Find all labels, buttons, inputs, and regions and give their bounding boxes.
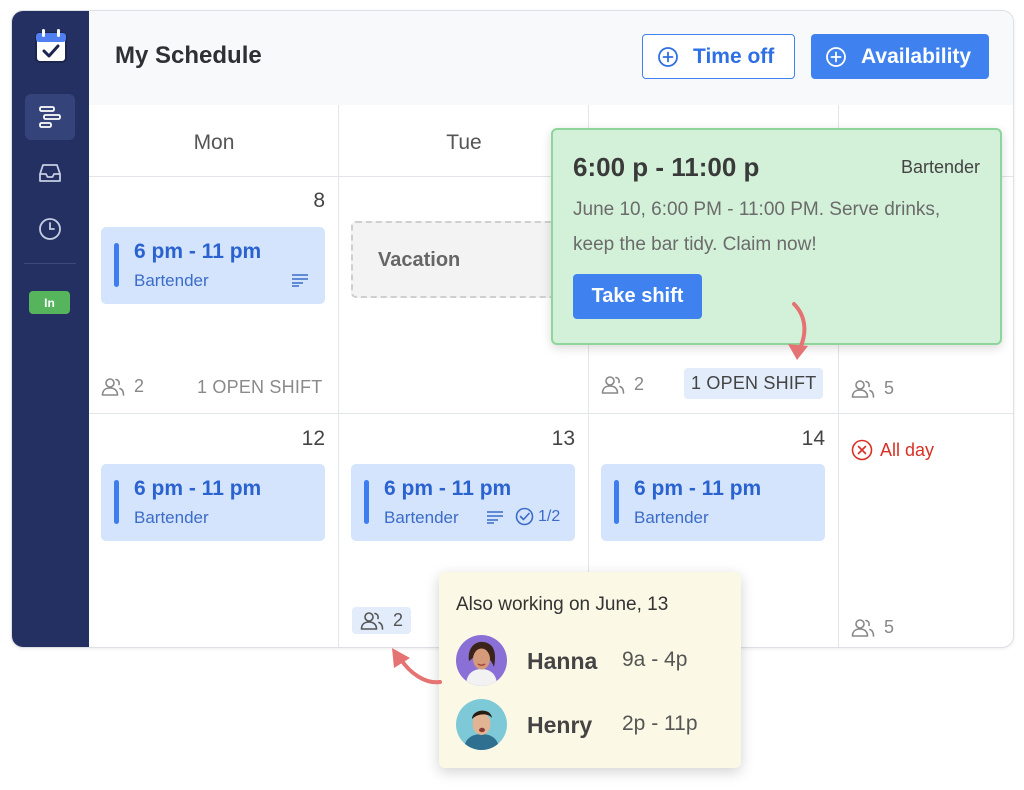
inbox-icon bbox=[39, 164, 61, 182]
shift-bar bbox=[114, 243, 119, 287]
pointer-arrow-icon bbox=[392, 648, 442, 685]
shift-bar bbox=[114, 480, 119, 524]
all-day-label: All day bbox=[880, 439, 935, 460]
coworker-name: Henry bbox=[527, 712, 593, 738]
day-header-mon: Mon bbox=[193, 131, 235, 154]
open-shift-label[interactable]: 1 OPEN SHIFT bbox=[197, 377, 322, 398]
people-icon bbox=[851, 618, 875, 637]
shift-bar bbox=[364, 480, 369, 524]
time-off-label: Time off bbox=[693, 44, 775, 68]
shift-role: Bartender bbox=[634, 508, 709, 527]
plus-circle-icon bbox=[658, 46, 678, 67]
staff-count-value: 2 bbox=[134, 376, 145, 396]
x-circle-icon bbox=[851, 439, 873, 461]
shift-card[interactable]: 6 pm - 11 pm Bartender bbox=[101, 227, 325, 304]
coworker-row[interactable]: Hanna 9a - 4p bbox=[456, 635, 726, 687]
notes-icon bbox=[292, 274, 308, 287]
staff-count-value: 2 bbox=[393, 610, 404, 630]
staff-count[interactable]: 2 bbox=[601, 374, 644, 395]
coworker-row[interactable]: Henry 2p - 11p bbox=[456, 699, 726, 751]
check-circle-icon bbox=[515, 507, 534, 526]
date-number: 14 bbox=[801, 427, 825, 450]
shift-role: Bartender bbox=[134, 508, 209, 527]
date-number: 13 bbox=[551, 427, 575, 450]
staff-count-value: 2 bbox=[634, 374, 645, 394]
confirmation-count: 1/2 bbox=[538, 507, 561, 525]
avatar bbox=[456, 635, 507, 686]
shift-role: Bartender bbox=[134, 271, 209, 290]
popover-shift-time: 6:00 p - 11:00 p bbox=[573, 152, 760, 182]
people-icon bbox=[851, 379, 875, 398]
staff-count-value: 5 bbox=[884, 617, 895, 637]
plus-circle-icon bbox=[826, 46, 846, 67]
popover-description: June 10, 6:00 PM - 11:00 PM. Serve drink… bbox=[573, 199, 941, 255]
sidebar-item-timeclock[interactable] bbox=[25, 206, 75, 252]
page-header: My Schedule Time off Availability bbox=[89, 11, 1013, 105]
shift-bar bbox=[614, 480, 619, 524]
clock-icon bbox=[39, 218, 61, 240]
availability-button[interactable]: Availability bbox=[811, 34, 989, 79]
staff-count[interactable]: 2 bbox=[101, 376, 144, 397]
availability-label: Availability bbox=[861, 44, 972, 68]
clock-in-status-badge[interactable]: In bbox=[29, 291, 70, 314]
schedule-bars-icon bbox=[39, 106, 61, 128]
staff-count[interactable]: 5 bbox=[851, 378, 894, 399]
sidebar: In bbox=[12, 11, 89, 647]
shift-time: 6 pm - 11 pm bbox=[634, 477, 762, 500]
people-icon bbox=[360, 611, 384, 630]
shift-time: 6 pm - 11 pm bbox=[134, 240, 262, 263]
confirmation-status: 1/2 bbox=[515, 507, 560, 526]
open-shift-badge[interactable]: 1 OPEN SHIFT bbox=[684, 368, 824, 399]
shift-time: 6 pm - 11 pm bbox=[384, 477, 512, 500]
coworker-hours: 2p - 11p bbox=[622, 712, 698, 735]
people-icon bbox=[601, 375, 625, 394]
shift-card[interactable]: 6 pm - 11 pm Bartender 1/2 bbox=[351, 464, 575, 541]
vacation-block[interactable]: Vacation bbox=[351, 221, 575, 298]
coworker-name: Hanna bbox=[527, 648, 598, 674]
page-title: My Schedule bbox=[115, 42, 262, 69]
staff-count-value: 5 bbox=[884, 378, 895, 398]
also-working-tooltip: Also working on June, 13 Hanna 9a - 4p H… bbox=[439, 572, 741, 768]
staff-count[interactable]: 5 bbox=[851, 617, 894, 638]
staff-count-chip[interactable]: 2 bbox=[352, 607, 412, 634]
row-divider bbox=[89, 413, 1013, 414]
date-number: 12 bbox=[301, 427, 325, 450]
people-icon bbox=[101, 377, 125, 396]
shift-time: 6 pm - 11 pm bbox=[134, 477, 262, 500]
avatar bbox=[456, 699, 507, 750]
all-day-unavailable[interactable]: All day bbox=[851, 439, 934, 461]
sidebar-item-inbox[interactable] bbox=[25, 150, 75, 196]
column-divider bbox=[338, 105, 339, 647]
tooltip-title: Also working on June, 13 bbox=[456, 594, 669, 615]
pointer-arrow-icon bbox=[788, 302, 808, 360]
date-number: 8 bbox=[313, 189, 325, 212]
shift-card[interactable]: 6 pm - 11 pm Bartender bbox=[601, 464, 825, 541]
popover-shift-role: Bartender bbox=[900, 157, 980, 177]
time-off-button[interactable]: Time off bbox=[642, 34, 795, 79]
shift-card[interactable]: 6 pm - 11 pm Bartender bbox=[101, 464, 325, 541]
vacation-label: Vacation bbox=[378, 249, 461, 271]
shift-role: Bartender bbox=[384, 508, 459, 527]
open-shift-popover: 6:00 p - 11:00 p Bartender June 10, 6:00… bbox=[551, 128, 1002, 345]
take-shift-button[interactable]: Take shift bbox=[573, 274, 702, 319]
sidebar-item-schedule[interactable] bbox=[25, 94, 75, 140]
sidebar-divider bbox=[24, 263, 76, 264]
notes-icon bbox=[487, 511, 503, 524]
calendar-check-logo-icon[interactable] bbox=[34, 28, 68, 64]
coworker-hours: 9a - 4p bbox=[622, 648, 688, 671]
